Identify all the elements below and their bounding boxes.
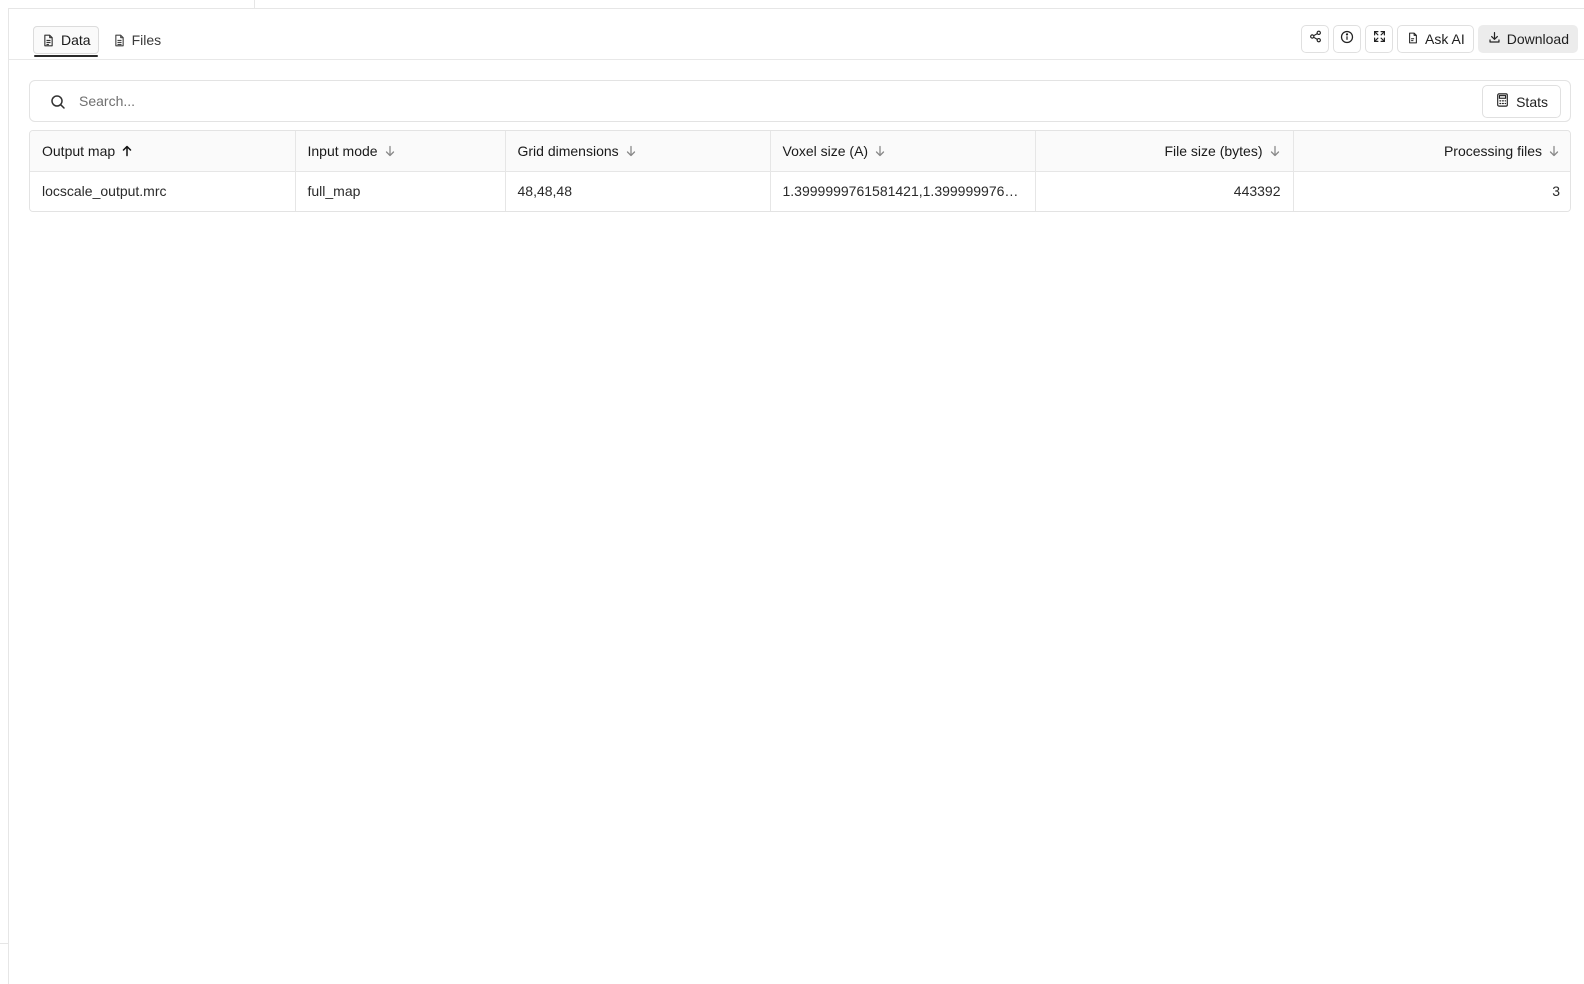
column-header-input-mode[interactable]: Input mode bbox=[295, 131, 506, 172]
column-label: Grid dimensions bbox=[517, 142, 619, 159]
tab-files[interactable]: Files bbox=[105, 26, 169, 54]
top-divider-stub bbox=[254, 0, 255, 9]
column-label: Processing files bbox=[1443, 142, 1542, 159]
header-actions: Ask AI Download bbox=[1301, 25, 1578, 53]
search-icon bbox=[50, 94, 66, 110]
column-header-file-size[interactable]: File size (bytes) bbox=[1035, 131, 1294, 172]
tab-data[interactable]: Data bbox=[33, 26, 99, 57]
share-button[interactable] bbox=[1301, 25, 1330, 53]
arrow-down-icon bbox=[1548, 145, 1560, 157]
tab-files-label: Files bbox=[131, 32, 162, 48]
table-header-row: Output map Input mode Grid dimensions Vo… bbox=[30, 131, 1570, 172]
bottom-divider-stub bbox=[0, 943, 9, 944]
file-icon bbox=[113, 34, 126, 47]
arrow-down-icon bbox=[1269, 145, 1281, 157]
cell-file-size: 443392 bbox=[1035, 171, 1294, 211]
info-icon bbox=[1340, 30, 1354, 49]
info-button[interactable] bbox=[1333, 25, 1362, 53]
cell-input-mode: full_map bbox=[295, 171, 506, 211]
arrow-down-icon bbox=[384, 145, 396, 157]
arrow-up-icon bbox=[121, 145, 133, 157]
calculator-icon bbox=[1496, 93, 1509, 110]
view-tabs: Data Files bbox=[33, 26, 169, 57]
expand-button[interactable] bbox=[1365, 25, 1394, 53]
search-input[interactable] bbox=[77, 89, 1417, 113]
column-label: Voxel size (A) bbox=[782, 142, 869, 159]
ask-ai-label: Ask AI bbox=[1425, 31, 1465, 47]
app-window: Data Files Ask AI Download Search... Sta… bbox=[0, 0, 1584, 984]
search-bar: Stats bbox=[29, 80, 1571, 122]
download-button[interactable]: Download bbox=[1477, 25, 1578, 53]
column-label: Input mode bbox=[307, 142, 378, 159]
column-label: Output map bbox=[42, 142, 116, 159]
column-header-grid-dimensions[interactable]: Grid dimensions bbox=[505, 131, 771, 172]
left-divider bbox=[8, 8, 9, 984]
cell-voxel-size: 1.3999999761581421,1.3999999761581421,1.… bbox=[770, 171, 1036, 211]
column-header-processing-files[interactable]: Processing files bbox=[1293, 131, 1570, 172]
share-icon bbox=[1309, 30, 1322, 48]
stats-label: Stats bbox=[1516, 93, 1548, 110]
cell-processing-files: 3 bbox=[1293, 171, 1570, 211]
file-text-icon bbox=[42, 34, 55, 47]
data-table: Output map Input mode Grid dimensions Vo… bbox=[29, 130, 1571, 212]
arrow-down-icon bbox=[625, 145, 637, 157]
download-icon bbox=[1488, 31, 1501, 47]
download-label: Download bbox=[1506, 31, 1569, 47]
cell-grid-dimensions: 48,48,48 bbox=[505, 171, 771, 211]
panel-header: Data Files Ask AI Download bbox=[9, 9, 1584, 60]
column-header-output-map[interactable]: Output map bbox=[30, 131, 296, 172]
column-header-voxel-size[interactable]: Voxel size (A) bbox=[770, 131, 1036, 172]
arrow-down-icon bbox=[874, 145, 886, 157]
ask-ai-button[interactable]: Ask AI bbox=[1397, 25, 1474, 53]
stats-button[interactable]: Stats bbox=[1482, 85, 1561, 118]
tab-data-label: Data bbox=[61, 32, 91, 48]
ai-file-icon bbox=[1407, 31, 1419, 47]
column-label: File size (bytes) bbox=[1164, 142, 1263, 159]
table-row[interactable]: locscale_output.mrc full_map 48,48,48 1.… bbox=[30, 171, 1570, 211]
expand-icon bbox=[1373, 30, 1386, 48]
cell-output-map: locscale_output.mrc bbox=[30, 171, 296, 211]
